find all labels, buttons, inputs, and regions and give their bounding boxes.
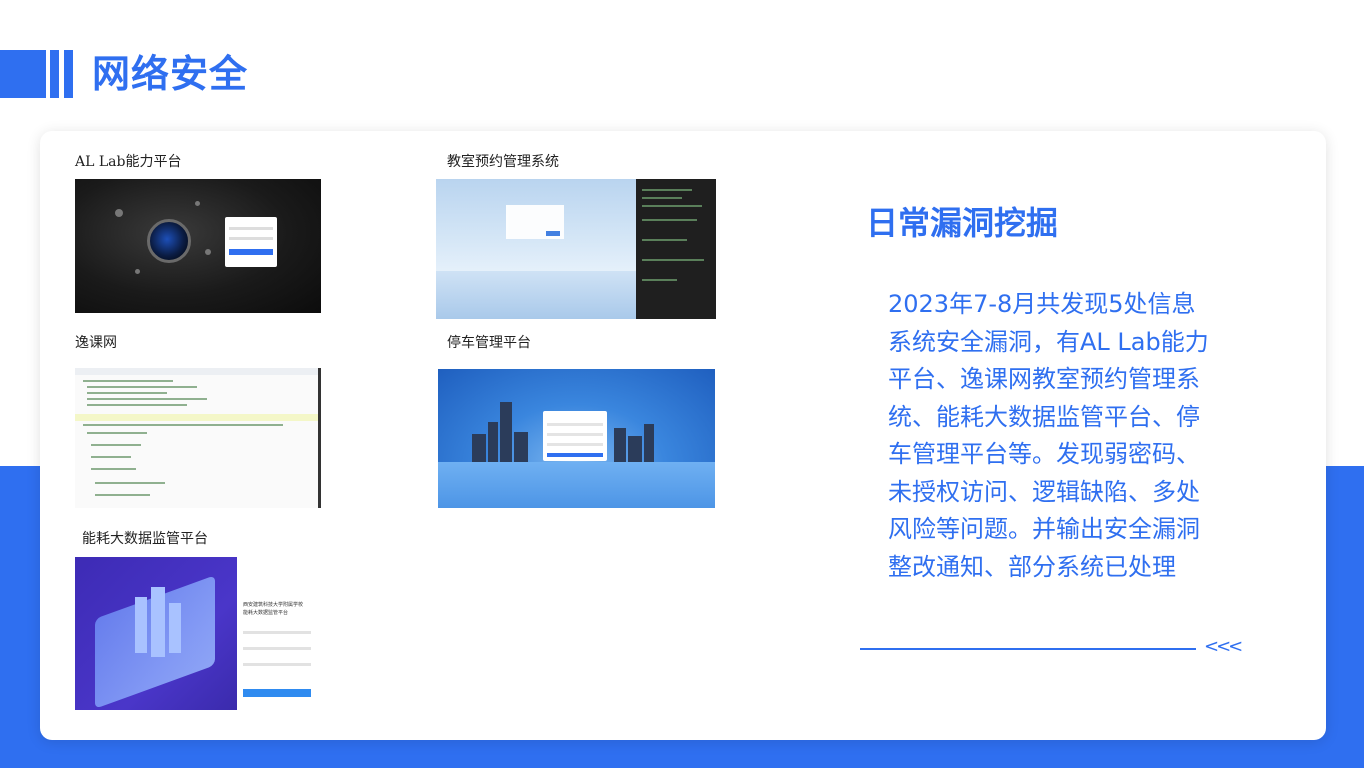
login-button — [243, 689, 311, 697]
form-line — [229, 237, 273, 240]
sphere-decoration — [195, 201, 200, 206]
code-line — [642, 279, 677, 281]
sphere-decoration — [205, 249, 211, 255]
header-stripe — [50, 50, 59, 98]
form-line — [547, 433, 603, 436]
section-title: 日常漏洞挖掘 — [866, 204, 1059, 242]
page-title: 网络安全 — [92, 52, 249, 96]
screenshot-label-ai-lab: AL Lab能力平台 — [75, 154, 182, 170]
screenshot-label-yike: 逸课网 — [75, 335, 117, 351]
code-line — [642, 189, 692, 191]
code-line — [83, 424, 283, 426]
sphere-decoration — [115, 209, 123, 217]
screenshot-ai-lab — [75, 179, 321, 313]
building-graphic — [472, 434, 486, 462]
login-panel — [225, 217, 277, 267]
login-button — [547, 453, 603, 457]
code-line — [87, 432, 147, 434]
code-line — [87, 386, 197, 388]
building-graphic — [628, 436, 642, 462]
building-graphic — [644, 424, 654, 462]
building-graphic — [488, 422, 498, 462]
code-line — [95, 482, 165, 484]
header-stripe — [64, 50, 73, 98]
code-line — [642, 197, 682, 199]
lake-graphic — [436, 271, 636, 319]
divider-line — [860, 648, 1196, 650]
screenshot-classroom-booking — [436, 179, 716, 319]
devtools-panel — [636, 179, 716, 319]
login-button — [546, 231, 560, 236]
screenshot-energy-platform: 西安建筑科技大学附属学校能耗大数据监管平台 — [75, 557, 321, 710]
code-line — [91, 444, 141, 446]
form-line — [243, 631, 311, 634]
login-button — [229, 249, 273, 255]
screenshot-label-classroom: 教室预约管理系统 — [447, 154, 559, 170]
form-line — [243, 647, 311, 650]
code-line — [87, 398, 207, 400]
sphere-decoration — [135, 269, 140, 274]
code-line — [95, 494, 150, 496]
screenshot-yike-code — [75, 368, 321, 508]
summary-text: 2023年7-8月共发现5处信息系统安全漏洞，有AL Lab能力平台、逸课网教室… — [888, 290, 1209, 581]
code-line — [642, 205, 702, 207]
screenshot-label-energy: 能耗大数据监管平台 — [82, 531, 208, 547]
code-line — [642, 239, 687, 241]
code-line — [91, 468, 136, 470]
code-line — [83, 380, 173, 382]
reflection-floor — [438, 462, 715, 508]
building-graphic — [514, 432, 528, 462]
orb-graphic — [147, 219, 191, 263]
highlighted-line — [75, 414, 318, 421]
building-graphic — [614, 428, 626, 462]
building-graphic — [500, 402, 512, 462]
login-panel: 西安建筑科技大学附属学校能耗大数据监管平台 — [237, 557, 321, 710]
toolbar — [75, 368, 318, 375]
screenshot-parking — [438, 369, 715, 508]
login-panel — [506, 205, 564, 239]
login-title: 西安建筑科技大学附属学校能耗大数据监管平台 — [243, 602, 304, 616]
form-line — [229, 227, 273, 230]
code-line — [642, 259, 704, 261]
code-line — [87, 404, 187, 406]
tower-graphic — [151, 587, 165, 657]
code-line — [91, 456, 131, 458]
tower-graphic — [135, 597, 147, 653]
tower-graphic — [169, 603, 181, 653]
form-line — [547, 423, 603, 426]
chevrons-left-icon: <<< — [1204, 636, 1243, 657]
login-panel — [543, 411, 607, 461]
form-line — [547, 443, 603, 446]
screenshot-label-parking: 停车管理平台 — [447, 335, 531, 351]
code-line — [642, 219, 697, 221]
code-line — [87, 392, 167, 394]
header-accent-bar — [0, 50, 46, 98]
form-line — [243, 663, 311, 666]
